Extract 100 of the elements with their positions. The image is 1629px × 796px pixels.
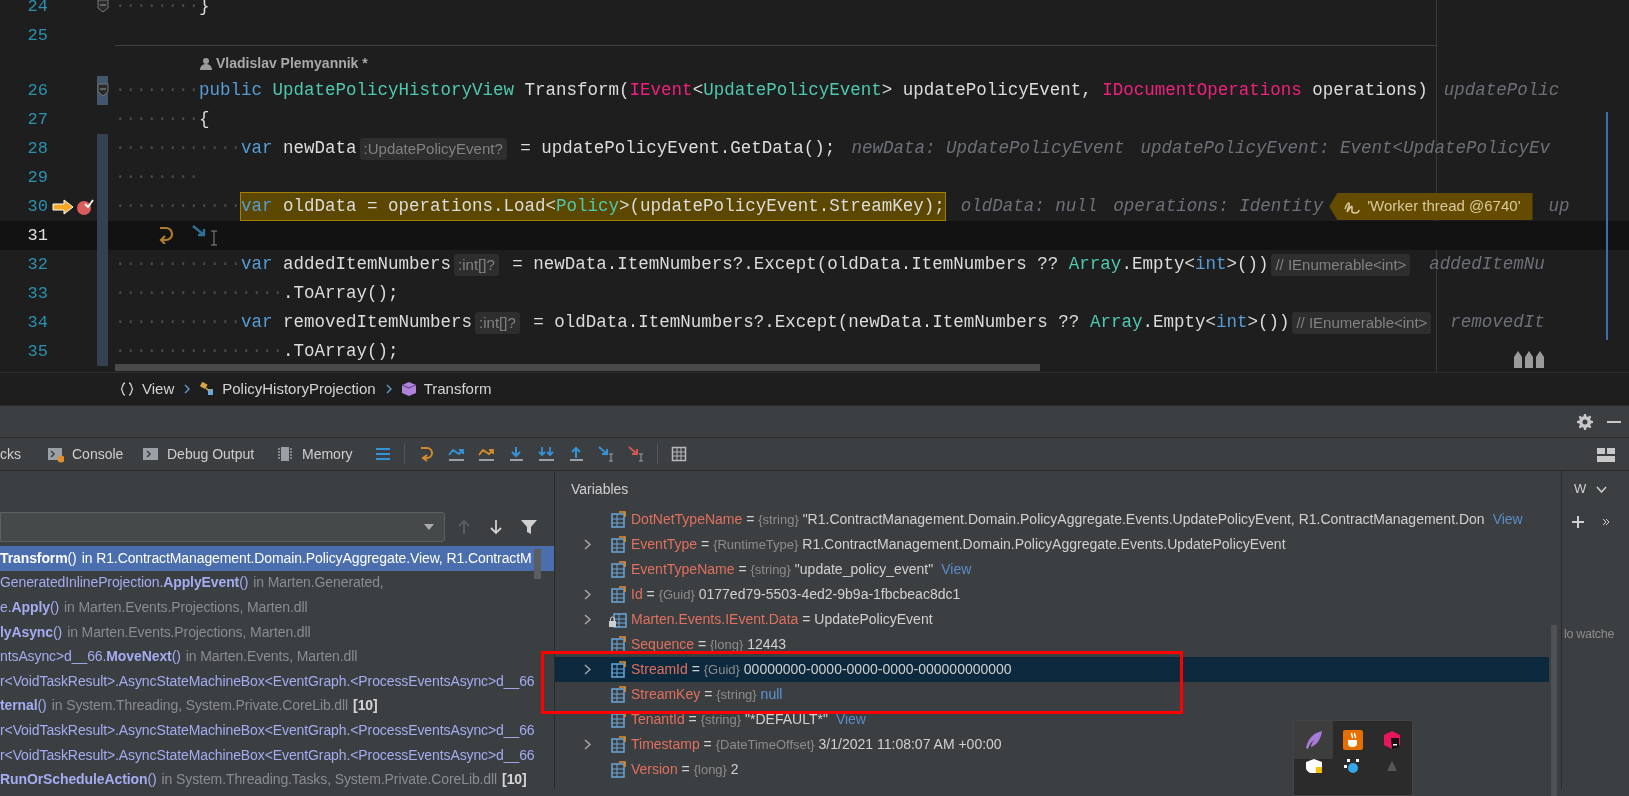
code-text: var — [241, 253, 273, 277]
inlay-hint: // IEnumerable<int> — [1292, 311, 1432, 334]
panel-tab[interactable]: cks — [0, 438, 45, 470]
variable-text: Marten.Events.IEvent.Data = UpdatePolicyEvent — [631, 610, 933, 629]
stack-frame[interactable]: ntsAsync>d__66.MoveNext() in Marten.Events, Marten.dll — [0, 644, 554, 669]
code-text: UpdatePolicyEvent — [703, 79, 882, 103]
variable-text: Id = {Guid} 0177ed79-5503-4ed2-9b9a-1fbcbeac8dc1 — [631, 585, 961, 604]
thread-name: 'Worker thread @6740' — [1367, 196, 1521, 217]
code-text: oldData = operations.Load< — [282, 195, 557, 219]
line-number: 35 — [26, 340, 48, 363]
variable-row[interactable]: EventTypeName = {string} "update_policy_event" View — [555, 557, 1549, 582]
inlay-hint: :UpdatePolicyEvent? — [359, 137, 507, 160]
code-text: { — [199, 108, 210, 132]
code-text: UpdatePolicyHistoryView — [272, 79, 515, 103]
code-text: newData — [282, 137, 357, 161]
variable-text: DotNetTypeName = {string} "R1.ContractManagement.Domain.PolicyAggregate.Events.UpdatePolicyEvent, R1.ContractManagement.Don — [631, 510, 1485, 529]
line-number: 32 — [26, 253, 48, 276]
whitespace-dots: ············ — [115, 253, 242, 277]
panel-tab[interactable]: Debug Output — [140, 438, 273, 470]
stack-frame[interactable]: lyAsync() in Marten.Events.Projections, Marten.dll — [0, 619, 554, 645]
inline-value: operations: Identity — [1113, 195, 1324, 219]
stack-frame[interactable]: e.Apply() in Marten.Events.Projections, Marten.dll — [0, 595, 554, 620]
line-number: 33 — [26, 282, 48, 305]
stack-frame[interactable]: r<VoidTaskResult>.AsyncStateMachineBox<EventGraph.<ProcessEventsAsync>d__66 — [0, 718, 554, 743]
whitespace-dots: ············ — [115, 195, 242, 219]
breadcrumb[interactable]: PolicyHistoryProjection — [200, 377, 376, 401]
panel-title: Variables — [571, 479, 629, 499]
line-number: 26 — [26, 79, 48, 102]
breadcrumb[interactable]: Transform — [401, 377, 492, 401]
code-text: .ToArray(); — [283, 282, 399, 306]
whitespace-dots: ················ — [115, 340, 284, 364]
code-text: int — [1194, 253, 1227, 277]
inline-value: newData: UpdatePolicyEvent — [851, 137, 1125, 161]
variable-row[interactable]: TenantId = {string} "*DEFAULT*" View — [555, 707, 1549, 732]
stack-frame[interactable]: r<VoidTaskResult>.AsyncStateMachineBox<EventGraph.<ProcessEventsAsync>d__66 — [0, 742, 554, 768]
code-text: var — [241, 195, 273, 219]
code-text: > updatePolicyEvent, — [881, 79, 1093, 103]
panel-title: W — [1574, 480, 1587, 499]
code-text: = updatePolicyEvent.GetData(); — [519, 137, 836, 161]
code-text: Policy — [556, 195, 620, 219]
stack-frame[interactable]: GeneratedInlineProjection.ApplyEvent() in Marten.Generated, — [0, 570, 554, 596]
line-number: 31 — [26, 224, 48, 247]
whitespace-dots: ········ — [115, 166, 199, 190]
variable-row[interactable]: Id = {Guid} 0177ed79-5503-4ed2-9b9a-1fbcbeac8dc1 — [555, 582, 1549, 607]
code-text: >(updatePolicyEvent.StreamKey); — [619, 195, 945, 219]
whitespace-dots: ············ — [115, 311, 242, 335]
line-number: 29 — [26, 166, 48, 189]
variable-text: StreamId = {Guid} 00000000-0000-0000-0000-000000000000 — [631, 660, 1012, 679]
variable-text: EventTypeName = {string} "update_policy_event" — [631, 560, 934, 579]
variable-row[interactable]: DotNetTypeName = {string} "R1.ContractManagement.Domain.PolicyAggregate.Events.UpdatePolicyEvent, R1.ContractManagement.Don View — [555, 507, 1549, 532]
inline-value: addedItemNu — [1429, 253, 1545, 277]
line-number: 27 — [26, 108, 48, 131]
line-number: 34 — [26, 311, 48, 334]
code-text: IDocumentOperations — [1102, 79, 1302, 103]
stack-frame[interactable]: r<VoidTaskResult>.AsyncStateMachineBox<EventGraph.<ProcessEventsAsync>d__66 — [0, 668, 554, 694]
variable-row[interactable]: EventType = {RuntimeType} R1.ContractManagement.Domain.PolicyAggregate.Events.UpdatePolicyEvent — [555, 532, 1549, 557]
breadcrumb[interactable]: View — [120, 377, 175, 401]
code-text: .Empty< — [1142, 311, 1216, 335]
inline-value: up — [1548, 195, 1570, 219]
code-text: operations) — [1311, 79, 1428, 103]
variable-text: EventType = {RuntimeType} R1.ContractManagement.Domain.PolicyAggregate.Events.UpdatePolicyEvent — [631, 535, 1286, 554]
variable-text: StreamKey = {string} null — [631, 685, 783, 704]
author-name[interactable]: Vladislav Plemyannik * — [216, 52, 368, 74]
code-text: var — [241, 311, 273, 335]
panel-tab[interactable]: Console — [45, 438, 140, 470]
whitespace-dots: ············ — [115, 137, 242, 161]
variable-row[interactable]: StreamId = {Guid} 00000000-0000-0000-0000-000000000000 — [555, 657, 1549, 682]
whitespace-dots: ················ — [115, 282, 284, 306]
inline-value: updatePolic — [1443, 79, 1560, 103]
whitespace-dots: ········ — [115, 79, 199, 103]
code-text: = newData.ItemNumbers?.Except(oldData.ItemNumbers ?? — [511, 253, 1060, 277]
code-text: < — [692, 79, 704, 103]
line-number: 28 — [26, 137, 48, 160]
code-text: .Empty< — [1121, 253, 1195, 277]
code-text: .ToArray(); — [283, 340, 399, 364]
variable-text: Version = {long} 2 — [631, 760, 739, 779]
code-text: Array — [1089, 311, 1143, 335]
inline-value: updatePolicyEvent: Event<UpdatePolicyEv — [1140, 137, 1550, 161]
whitespace-dots: ········ — [115, 108, 199, 132]
line-number: 30 — [26, 195, 48, 218]
code-text: >()) — [1226, 253, 1269, 277]
inlay-hint: :int[]? — [475, 311, 520, 334]
code-text: addedItemNumbers — [282, 253, 452, 277]
code-text: removedItemNumbers — [282, 311, 473, 335]
variable-row[interactable]: Version = {long} 2 — [555, 757, 1549, 782]
code-text: int — [1215, 311, 1248, 335]
inline-value: oldData: null — [960, 195, 1098, 219]
code-text: >()) — [1247, 311, 1290, 335]
code-text: Array — [1068, 253, 1122, 277]
inlay-hint: // IEnumerable<int> — [1271, 253, 1411, 276]
variable-row[interactable]: Marten.Events.IEvent.Data = UpdatePolicyEvent — [555, 607, 1549, 632]
variable-row[interactable]: StreamKey = {string} null — [555, 682, 1549, 707]
stack-frame[interactable]: Transform() in R1.ContractManagement.Domain.PolicyAggregate.View, R1.ContractM — [0, 546, 554, 571]
stack-frame[interactable]: RunOrScheduleAction() in System.Threading.Tasks, System.Private.CoreLib.dll [10] — [0, 767, 554, 792]
panel-tab[interactable]: Memory — [273, 438, 368, 470]
stack-frame[interactable]: ternal() in System.Threading, System.Private.CoreLib.dll [10] — [0, 693, 554, 719]
inline-value: removedIt — [1450, 311, 1545, 335]
code-text: var — [241, 137, 273, 161]
code-text: Transform( — [523, 79, 630, 103]
variable-row[interactable]: Timestamp = {DateTimeOffset} 3/1/2021 11:08:07 AM +00:00 — [555, 732, 1549, 757]
